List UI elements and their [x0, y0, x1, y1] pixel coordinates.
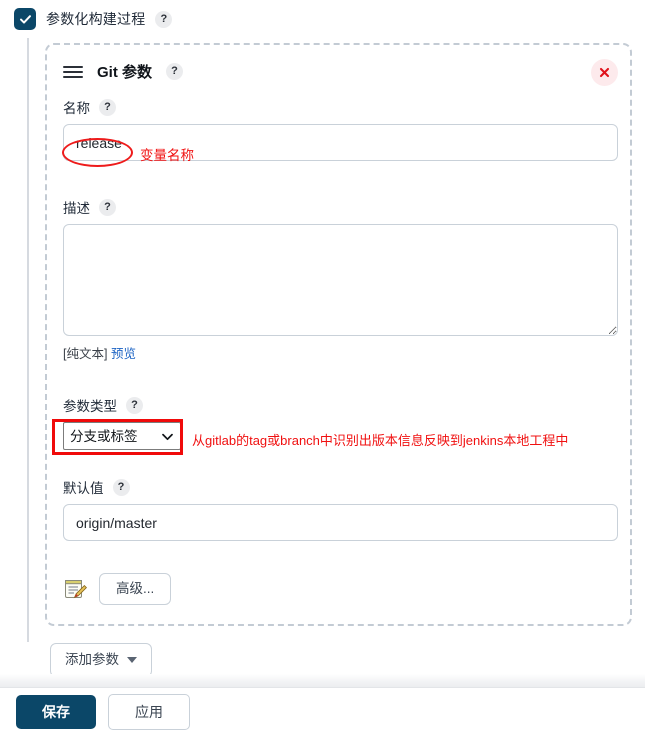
parameterized-build-row: 参数化构建过程 ?	[14, 8, 173, 30]
parameterized-build-checkbox[interactable]	[14, 8, 36, 30]
description-label: 描述	[63, 201, 90, 216]
nesting-rail	[27, 38, 29, 642]
panel-title: Git 参数	[97, 64, 152, 81]
add-parameter-button[interactable]: 添加参数	[50, 643, 152, 677]
check-icon	[19, 14, 31, 24]
help-icon-description[interactable]: ?	[99, 198, 116, 216]
notepad-pencil-icon	[63, 577, 88, 601]
name-label: 名称	[63, 101, 90, 116]
description-field-group: 描述 ? [纯文本] 预览	[63, 197, 618, 362]
panel-header: Git 参数 ?	[63, 61, 183, 82]
add-parameter-label: 添加参数	[65, 652, 119, 667]
help-icon-git-parameter[interactable]: ?	[166, 63, 183, 80]
parameterized-build-label: 参数化构建过程	[46, 11, 146, 27]
param-type-label: 参数类型	[63, 399, 117, 414]
default-value-input[interactable]	[63, 504, 618, 541]
save-button[interactable]: 保存	[16, 695, 96, 729]
name-field-group: 名称 ?	[63, 97, 618, 161]
param-type-select-wrap: 分支或标签	[63, 422, 181, 450]
default-value-label: 默认值	[63, 481, 104, 496]
description-textarea[interactable]	[63, 224, 618, 336]
form-footer: 保存 应用	[0, 688, 645, 736]
help-icon-default-value[interactable]: ?	[112, 478, 130, 496]
name-label-row: 名称 ?	[63, 97, 618, 117]
description-footer-row: [纯文本] 预览	[63, 343, 618, 362]
default-value-field-group: 默认值 ?	[63, 477, 618, 541]
jenkins-job-config-page: 参数化构建过程 ? Git 参数 ? 名称 ? release 描述 ? [纯文…	[0, 0, 645, 736]
preview-link[interactable]: 预览	[111, 347, 136, 361]
close-icon	[599, 67, 610, 78]
name-input[interactable]	[63, 124, 618, 161]
help-icon-param-type[interactable]: ?	[126, 396, 143, 414]
chevron-down-icon-add-parameter	[127, 656, 137, 663]
advanced-button[interactable]: 高级...	[99, 573, 172, 605]
apply-button[interactable]: 应用	[108, 694, 190, 730]
help-icon-name[interactable]: ?	[99, 98, 116, 116]
param-type-field-group: 参数类型 ? 分支或标签	[63, 395, 618, 450]
help-icon-parameterized-build[interactable]: ?	[155, 10, 173, 28]
close-button[interactable]	[591, 59, 618, 86]
plain-text-label: [纯文本]	[63, 347, 108, 361]
git-parameter-panel: Git 参数 ? 名称 ? 描述 ? [纯文本] 预览	[45, 43, 632, 626]
footer-separator	[0, 674, 645, 688]
advanced-row: 高级...	[63, 573, 172, 605]
default-value-label-row: 默认值 ?	[63, 477, 618, 497]
param-type-select[interactable]: 分支或标签	[63, 422, 181, 450]
param-type-label-row: 参数类型 ?	[63, 395, 618, 415]
description-label-row: 描述 ?	[63, 197, 618, 217]
drag-handle-icon[interactable]	[63, 65, 83, 78]
